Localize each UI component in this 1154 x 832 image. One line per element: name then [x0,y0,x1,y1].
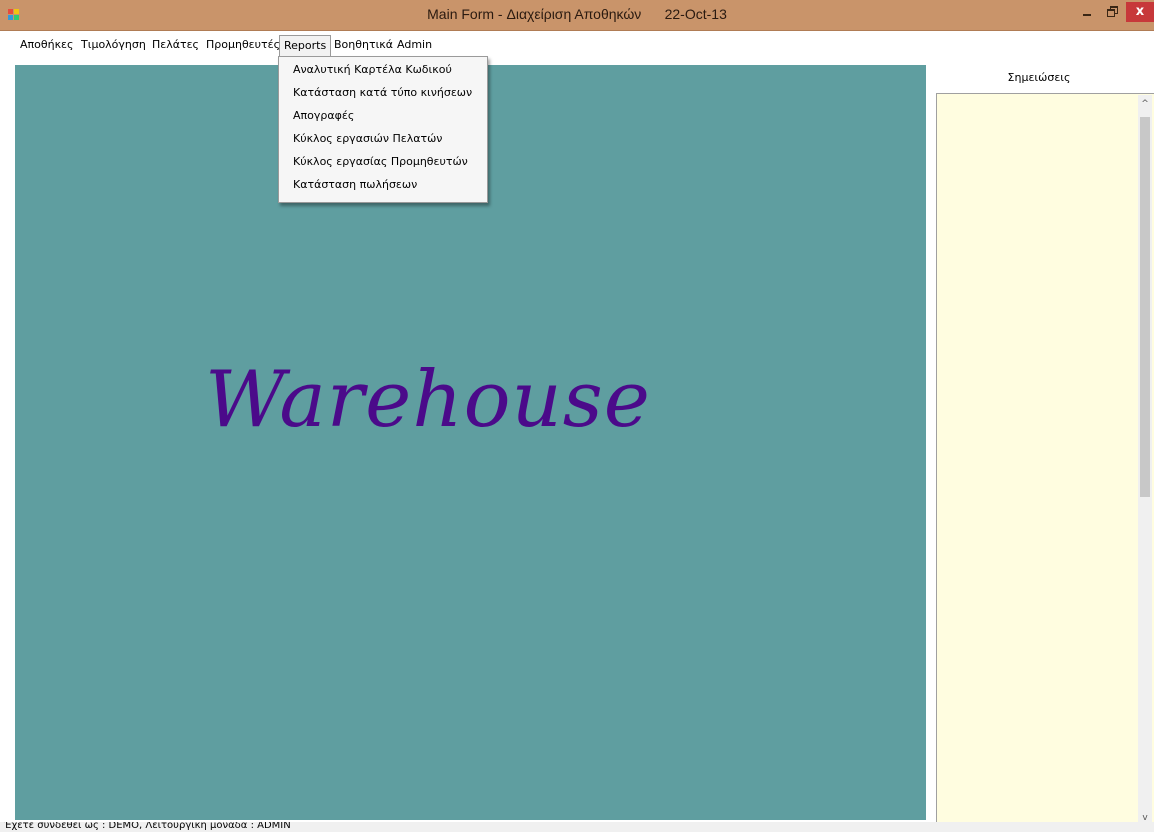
menu-item-sales-report[interactable]: Κατάσταση πωλήσεων [293,174,417,196]
close-button[interactable]: x [1126,2,1154,22]
menu-reports[interactable]: Reports [279,35,332,57]
status-text: Έχετε συνδεθεί ως : DEMO, Λειτουργική μο… [4,822,291,831]
menu-admin[interactable]: Admin [393,36,436,56]
menu-utilities[interactable]: Βοηθητικά [330,36,397,56]
menu-item-movement-type-report[interactable]: Κατάσταση κατά τύπο κινήσεων [293,82,472,104]
menu-item-code-card[interactable]: Αναλυτική Καρτέλα Κωδικού [293,59,452,81]
menu-item-inventories[interactable]: Απογραφές [293,105,354,127]
minimize-icon [1083,14,1091,16]
warehouse-logo-text: Warehouse [205,355,651,445]
reports-dropdown-menu: Αναλυτική Καρτέλα Κωδικού Κατάσταση κατά… [278,56,488,203]
menu-bar: Αποθήκες Τιμολόγηση Πελάτες Προμηθευτές … [0,31,1154,57]
scroll-thumb[interactable] [1140,117,1150,497]
minimize-button[interactable] [1074,0,1100,24]
notes-textarea[interactable]: ^ v [936,93,1154,829]
notes-scrollbar[interactable]: ^ v [1138,95,1152,827]
title-bar: Main Form - Διαχείριση Αποθηκών 22-Oct-1… [0,0,1154,31]
menu-warehouses[interactable]: Αποθήκες [16,36,77,56]
menu-suppliers[interactable]: Προμηθευτές [202,36,284,56]
menu-item-customer-turnover[interactable]: Κύκλος εργασιών Πελατών [293,128,442,150]
menu-item-supplier-turnover[interactable]: Κύκλος εργασίας Προμηθευτών [293,151,468,173]
window-title: Main Form - Διαχείριση Αποθηκών 22-Oct-1… [427,6,727,22]
scroll-up-icon[interactable]: ^ [1138,97,1152,111]
status-bar: Έχετε συνδεθεί ως : DEMO, Λειτουργική μο… [0,822,1154,832]
notes-header: Σημειώσεις [1007,71,1071,84]
menu-invoicing[interactable]: Τιμολόγηση [77,36,150,56]
menu-customers[interactable]: Πελάτες [148,36,203,56]
restore-button[interactable] [1100,0,1126,24]
